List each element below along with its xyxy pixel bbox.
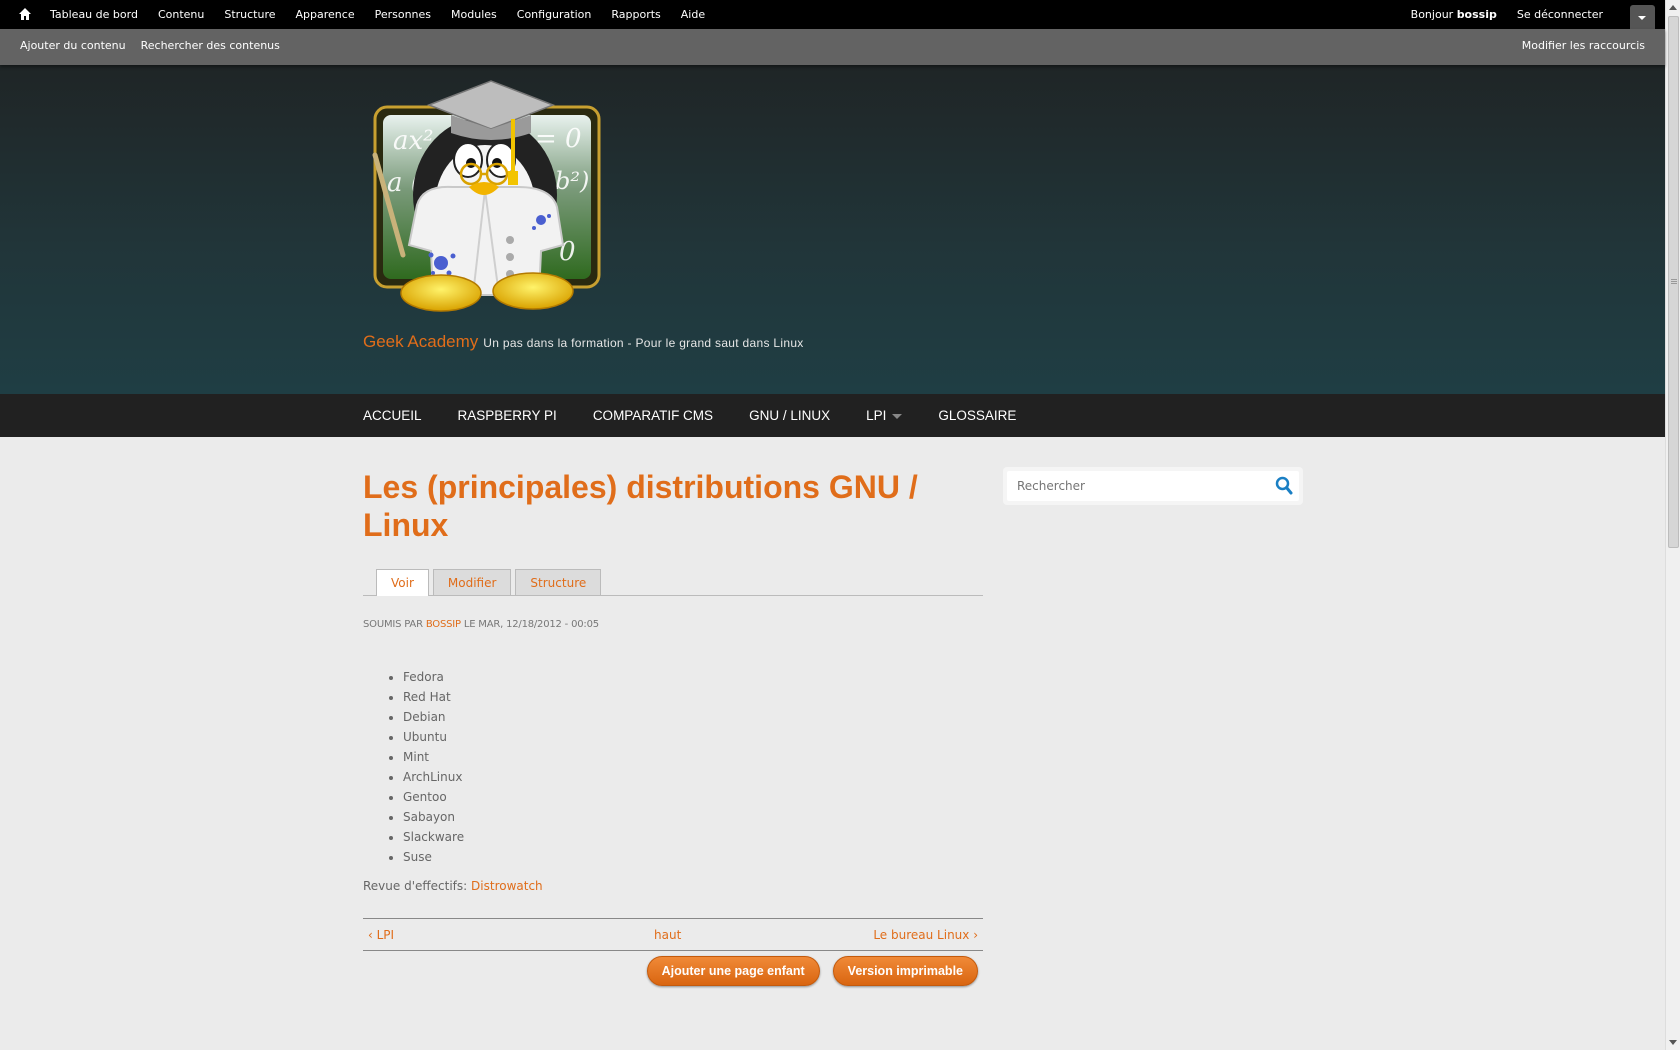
admin-menu-content[interactable]: Contenu [158,8,204,21]
nav-item-gnu-linux[interactable]: GNU / LINUX [749,408,830,423]
nav-item-label: GLOSSAIRE [938,408,1017,423]
node-actions: Ajouter une page enfant Version imprimab… [363,956,983,986]
admin-menu-people[interactable]: Personnes [375,8,431,21]
tab-structure[interactable]: Structure [515,569,602,595]
review-label: Revue d'effectifs: [363,879,468,893]
distrowatch-link[interactable]: Distrowatch [471,879,543,893]
shortcut-add-content[interactable]: Ajouter du contenu [20,39,126,52]
book-navigation: ‹ LPI haut Le bureau Linux › [363,918,983,951]
scrollbar-grip-icon [1671,279,1677,280]
dropdown-caret-icon [892,413,903,419]
admin-menu-dashboard[interactable]: Tableau de bord [50,8,138,21]
vertical-scrollbar[interactable] [1665,0,1680,1050]
list-item: ArchLinux [403,767,983,787]
site-slogan: Un pas dans la formation - Pour le grand… [483,336,804,350]
list-item: Suse [403,847,983,867]
list-item: Debian [403,707,983,727]
admin-menu-appearance[interactable]: Apparence [296,8,355,21]
nav-item-label: RASPBERRY PI [457,408,557,423]
admin-user-area: Bonjour bossip Se déconnecter [1411,0,1603,29]
list-item: Sabayon [403,807,983,827]
distribution-list: Fedora Red Hat Debian Ubuntu Mint ArchLi… [403,667,983,867]
greeting: Bonjour bossip [1411,8,1497,21]
nav-item-label: LPI [866,408,887,423]
logout-link[interactable]: Se déconnecter [1517,8,1603,21]
admin-menu-reports[interactable]: Rapports [611,8,660,21]
username[interactable]: bossip [1457,8,1497,21]
submitted-info: Soumis par bossip le mar, 12/18/2012 - 0… [363,619,983,630]
nav-item-label: ACCUEIL [363,408,422,423]
shortcut-find-content[interactable]: Rechercher des contenus [141,39,280,52]
site-name: Geek Academy Un pas dans la formation - P… [363,332,804,352]
author-link[interactable]: bossip [426,619,461,630]
admin-menu-help[interactable]: Aide [681,8,705,21]
admin-toolbar: Tableau de bord Contenu Structure Appare… [0,0,1665,29]
admin-menu-configuration[interactable]: Configuration [517,8,592,21]
nav-item-lpi[interactable]: LPI [866,408,903,423]
tab-voir[interactable]: Voir [376,569,429,596]
add-child-page-button[interactable]: Ajouter une page enfant [646,956,820,986]
admin-menu-modules[interactable]: Modules [451,8,497,21]
list-item: Red Hat [403,687,983,707]
admin-menu-structure[interactable]: Structure [224,8,275,21]
book-nav-next[interactable]: Le bureau Linux › [873,928,978,942]
shortcuts-bar: Ajouter du contenu Rechercher des conten… [0,29,1665,65]
nav-item-raspberry-pi[interactable]: RASPBERRY PI [458,408,557,423]
list-item: Slackware [403,827,983,847]
scrollbar-thumb[interactable] [1668,16,1679,548]
shortcuts-toggle-button[interactable] [1630,5,1655,29]
nav-item-glossaire[interactable]: GLOSSAIRE [938,408,1016,423]
book-nav-up[interactable]: haut [654,928,681,942]
edit-shortcuts-link[interactable]: Modifier les raccourcis [1522,29,1645,62]
tab-modifier[interactable]: Modifier [432,569,512,595]
book-nav-previous[interactable]: ‹ LPI [368,928,394,942]
nav-item-comparatif-cms[interactable]: COMPARATIF CMS [593,408,713,423]
greeting-text: Bonjour [1410,8,1454,21]
main-navigation: ACCUEIL RASPBERRY PI COMPARATIF CMS GNU … [0,394,1665,437]
submitted-prefix: Soumis par [363,619,423,630]
nav-item-accueil[interactable]: ACCUEIL [363,408,422,423]
nav-item-label: COMPARATIF CMS [592,408,714,423]
search-block [1003,467,1303,505]
nav-item-label: GNU / LINUX [749,408,831,423]
site-header: ax² = 0 a ( b²) 0 Geek Academy Un pas da… [0,65,1665,394]
search-input[interactable] [1007,471,1299,501]
list-item: Gentoo [403,787,983,807]
site-logo[interactable]: ax² = 0 a ( b²) 0 [363,75,613,327]
submitted-date: le mar, 12/18/2012 - 00:05 [463,619,599,630]
list-item: Fedora [403,667,983,687]
search-icon[interactable] [1275,476,1293,496]
home-icon[interactable] [18,7,32,21]
scroll-down-arrow-icon[interactable] [1669,1040,1677,1045]
admin-menu: Tableau de bord Contenu Structure Appare… [50,0,725,29]
review-line: Revue d'effectifs: Distrowatch [363,879,983,893]
list-item: Mint [403,747,983,767]
main-content: Les (principales) distributions GNU / Li… [363,468,983,986]
site-name-link[interactable]: Geek Academy [363,332,478,351]
list-item: Ubuntu [403,727,983,747]
page-title: Les (principales) distributions GNU / Li… [363,469,918,543]
local-tasks-tabs: Voir Modifier Structure [363,568,983,596]
scroll-up-arrow-icon[interactable] [1669,5,1677,10]
printer-friendly-button[interactable]: Version imprimable [832,956,978,986]
board-formula-4: b²) [555,167,589,195]
